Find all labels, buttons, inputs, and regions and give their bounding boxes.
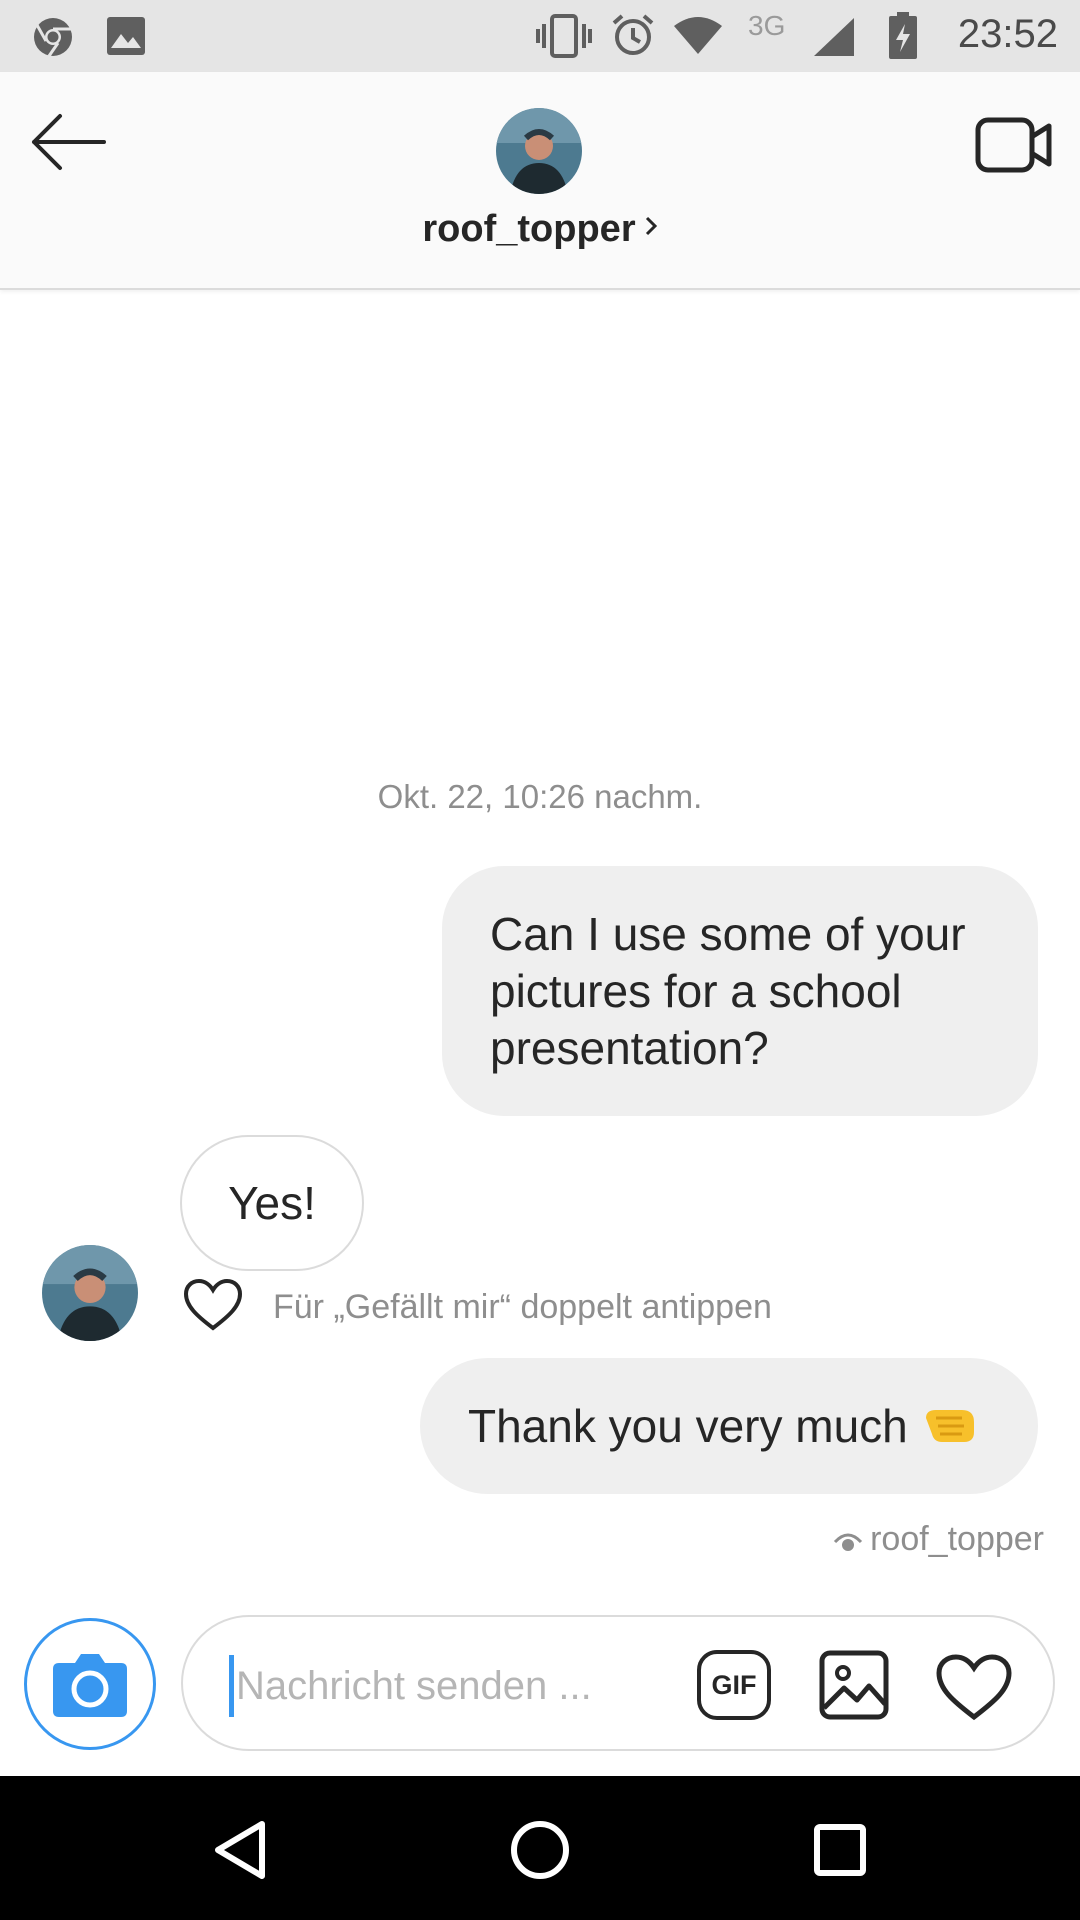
like-hint: Für „Gefällt mir“ doppelt antippen — [273, 1288, 772, 1326]
eye-icon — [833, 1533, 863, 1551]
vibrate-icon — [536, 14, 592, 58]
camera-icon — [53, 1654, 127, 1717]
chrome-icon — [34, 18, 72, 57]
gallery-icon[interactable] — [819, 1650, 889, 1720]
message-composer: GIF — [181, 1615, 1055, 1751]
sent-message[interactable]: Thank you very much — [420, 1358, 1038, 1494]
received-message[interactable]: Yes! — [180, 1135, 364, 1271]
battery-charging-icon — [889, 12, 917, 59]
arrow-left-icon[interactable] — [30, 112, 110, 172]
network-type: 3G — [748, 10, 786, 41]
message-text: Can I use some of your pictures for a sc… — [490, 908, 966, 1074]
camera-button[interactable] — [24, 1618, 156, 1750]
alarm-icon — [612, 14, 654, 55]
message-text: Thank you very much — [468, 1400, 908, 1452]
signal-icon — [814, 18, 854, 56]
avatar[interactable] — [42, 1245, 138, 1341]
status-bar: 3G 23:52 — [0, 0, 1080, 72]
gallery-icon — [107, 17, 145, 55]
profile-link[interactable]: roof_topper — [0, 208, 1080, 251]
heart-icon[interactable] — [183, 1278, 243, 1332]
video-camera-icon[interactable] — [975, 114, 1055, 174]
seen-indicator: roof_topper — [832, 1520, 1044, 1559]
home-nav-icon[interactable] — [510, 1820, 570, 1880]
sent-message[interactable]: Can I use some of your pictures for a sc… — [442, 866, 1038, 1116]
message-text: Yes! — [228, 1177, 316, 1229]
seen-by-username: roof_topper — [870, 1520, 1044, 1558]
avatar[interactable] — [496, 108, 582, 194]
navigation-bar — [0, 1776, 1080, 1920]
clock: 23:52 — [957, 12, 1058, 56]
wifi-icon — [674, 17, 722, 54]
gif-button[interactable]: GIF — [697, 1650, 771, 1720]
heart-icon[interactable] — [935, 1653, 1013, 1721]
recents-nav-icon[interactable] — [814, 1824, 866, 1876]
back-nav-icon[interactable] — [212, 1820, 268, 1880]
gif-label: GIF — [711, 1670, 757, 1700]
left-facing-fist-icon — [925, 1410, 974, 1442]
chat-header: roof_topper — [0, 72, 1080, 290]
chat-username[interactable]: roof_topper — [422, 208, 635, 250]
chevron-right-icon — [645, 216, 657, 236]
message-input[interactable] — [229, 1655, 678, 1717]
message-timestamp: Okt. 22, 10:26 nachm. — [377, 778, 703, 815]
